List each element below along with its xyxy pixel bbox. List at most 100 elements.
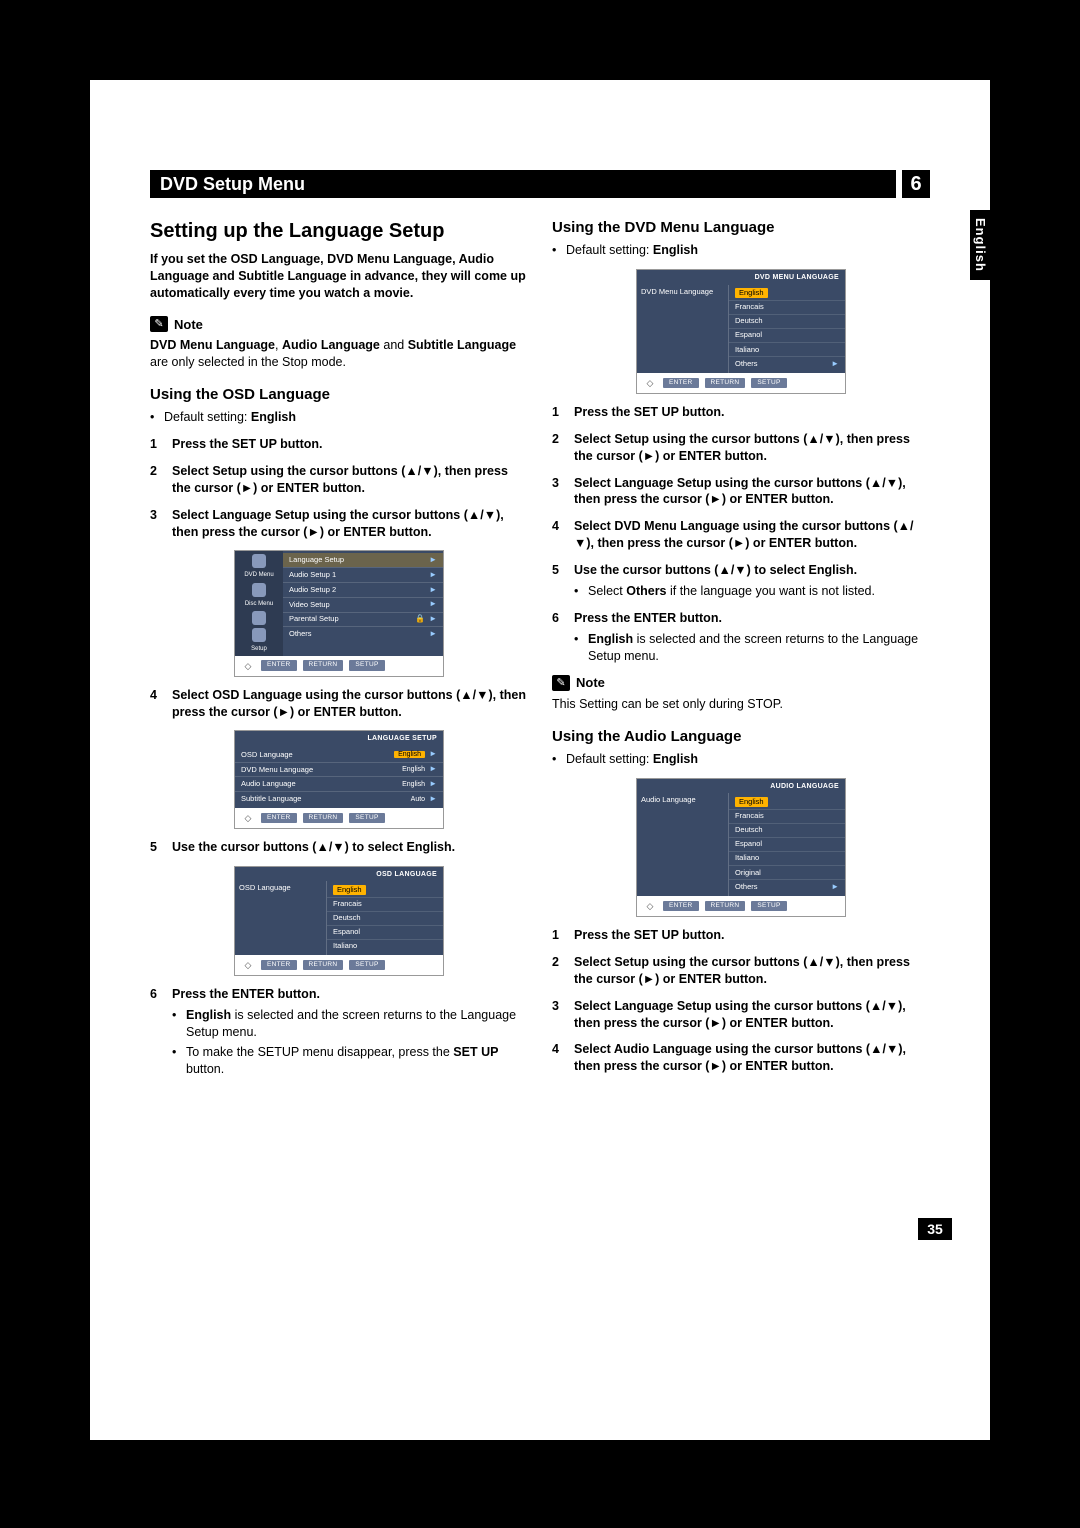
- arrow-right-icon: ►: [831, 359, 839, 370]
- nav-diamond-icon: ◇: [643, 900, 657, 912]
- t: Original: [735, 868, 761, 878]
- t: Deutsch: [735, 825, 763, 835]
- chapter-number: 6: [902, 170, 930, 198]
- step: Use the cursor buttons (▲/▼) to select E…: [552, 562, 930, 600]
- t: Select: [172, 464, 212, 478]
- nav-diamond-icon: ◇: [241, 660, 255, 672]
- t: Select: [574, 432, 614, 446]
- step: Select Setup using the cursor buttons (▲…: [552, 431, 930, 465]
- t: Espanol: [735, 839, 762, 849]
- osd-enter-button: ENTER: [261, 660, 297, 671]
- arrow-right-icon: ►: [429, 629, 437, 640]
- section-heading: Setting up the Language Setup: [150, 218, 528, 245]
- intro-paragraph: If you set the OSD Language, DVD Menu La…: [150, 251, 528, 302]
- t: Select: [574, 955, 614, 969]
- t: Language Setup: [614, 476, 711, 490]
- t: DVD Menu: [244, 571, 273, 579]
- t: DVD Menu Language: [241, 765, 313, 775]
- t: are only selected in the Stop mode.: [150, 355, 346, 369]
- t: ,: [275, 338, 282, 352]
- gear-icon: [252, 628, 266, 642]
- t: Select: [574, 476, 614, 490]
- t: SET UP: [453, 1045, 498, 1059]
- menu-icon: [252, 583, 266, 597]
- osd-screenshot-language-setup: LANGUAGE SETUP OSD LanguageEnglish► DVD …: [234, 730, 444, 829]
- step: Use the cursor buttons (▲/▼) to select E…: [150, 839, 528, 856]
- t: Audio Language: [241, 779, 296, 789]
- step: Press the SET UP button.: [552, 404, 930, 421]
- t: Default setting:: [164, 410, 251, 424]
- step: Press the SET UP button.: [150, 436, 528, 453]
- t: Audio Language: [614, 1042, 712, 1056]
- osd-enter-button: ENTER: [261, 813, 297, 824]
- t: English: [735, 288, 768, 298]
- t: Default setting:: [566, 243, 653, 257]
- t: Use the cursor buttons (▲/▼) to select: [574, 563, 809, 577]
- t: Others: [289, 629, 312, 639]
- arrow-right-icon: ►: [429, 614, 437, 623]
- t: Setup: [212, 464, 247, 478]
- t: Audio Setup 1: [289, 570, 336, 580]
- arrow-right-icon: ►: [429, 749, 437, 758]
- default-setting: Default setting: English: [150, 409, 528, 426]
- osd-enter-button: ENTER: [663, 378, 699, 389]
- t: Deutsch: [735, 316, 763, 326]
- t: English: [407, 840, 452, 854]
- osd-return-button: RETURN: [303, 813, 344, 824]
- steps-osd-cont2: Use the cursor buttons (▲/▼) to select E…: [150, 839, 528, 856]
- osd-return-button: RETURN: [705, 901, 746, 912]
- t: OSD Language: [239, 883, 322, 893]
- right-column: Using the DVD Menu Language Default sett…: [552, 212, 930, 1087]
- t: Francais: [735, 302, 764, 312]
- t: English: [653, 243, 698, 257]
- t: English: [402, 766, 425, 773]
- note-block: ✎ Note: [552, 674, 930, 692]
- t: Language Setup: [212, 508, 309, 522]
- language-tab: English: [970, 210, 991, 280]
- manual-page: DVD Setup Menu 6 English Setting up the …: [90, 80, 990, 1440]
- t: Setup: [614, 432, 649, 446]
- arrow-right-icon: ►: [429, 779, 437, 788]
- t: English: [333, 885, 366, 895]
- t: Italiano: [735, 345, 759, 355]
- t: .: [854, 563, 857, 577]
- note-label: Note: [174, 316, 203, 334]
- t: Espanol: [735, 330, 762, 340]
- t: Select: [574, 999, 614, 1013]
- step: Press the ENTER button. English is selec…: [552, 610, 930, 665]
- note-icon: ✎: [150, 316, 168, 332]
- t: English: [809, 563, 854, 577]
- t: English: [394, 751, 425, 758]
- t: Subtitle Language: [241, 794, 301, 804]
- arrow-right-icon: ►: [429, 794, 437, 803]
- note-strong: Audio Language: [282, 338, 380, 352]
- t: Others: [626, 584, 666, 598]
- t: Others: [735, 359, 758, 369]
- steps-osd: Press the SET UP button. Select Setup us…: [150, 436, 528, 540]
- step: Press the ENTER button. English is selec…: [150, 986, 528, 1077]
- osd-setup-button: SETUP: [349, 813, 384, 824]
- lock-icon: 🔒: [415, 614, 425, 623]
- osd-enter-button: ENTER: [663, 901, 699, 912]
- t: Auto: [411, 796, 425, 803]
- step: Select Language Setup using the cursor b…: [552, 475, 930, 509]
- note-icon: ✎: [552, 675, 570, 691]
- t: is selected and the screen returns to th…: [588, 632, 918, 663]
- t: Language Setup: [614, 999, 711, 1013]
- osd-setup-button: SETUP: [349, 960, 384, 971]
- nav-diamond-icon: ◇: [241, 959, 255, 971]
- osd-return-button: RETURN: [303, 660, 344, 671]
- subheading-audio: Using the Audio Language: [552, 727, 930, 747]
- t: Deutsch: [333, 913, 361, 923]
- osd-title: AUDIO LANGUAGE: [637, 779, 845, 793]
- left-column: Setting up the Language Setup If you set…: [150, 212, 528, 1087]
- chapter-header: DVD Setup Menu 6: [150, 170, 930, 198]
- t: DVD Menu Language: [614, 519, 739, 533]
- t: Video Setup: [289, 600, 330, 610]
- t: Setup: [614, 955, 649, 969]
- arrow-right-icon: ►: [429, 585, 437, 596]
- osd-enter-button: ENTER: [261, 960, 297, 971]
- t: Italiano: [333, 941, 357, 951]
- steps-osd-cont: Select OSD Language using the cursor but…: [150, 687, 528, 721]
- arrow-right-icon: ►: [429, 599, 437, 610]
